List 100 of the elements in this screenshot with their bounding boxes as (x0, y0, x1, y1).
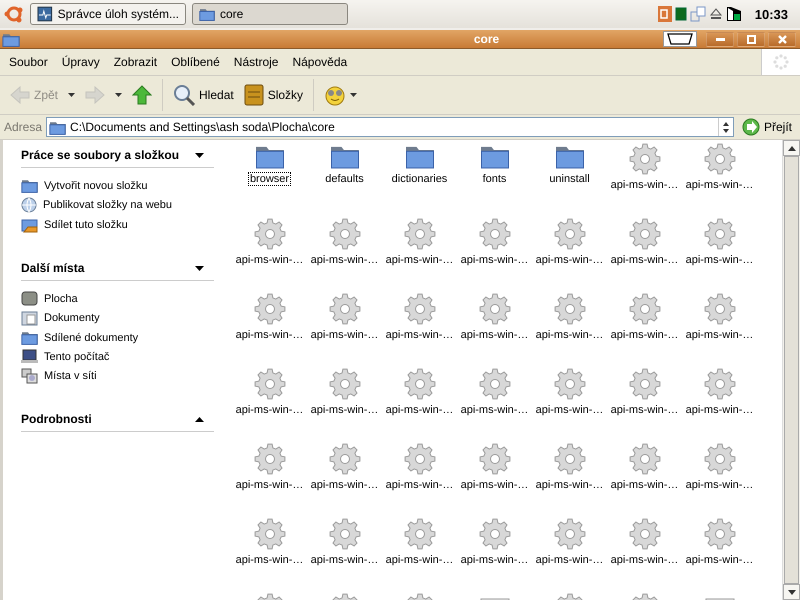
go-button[interactable]: Přejít (738, 118, 800, 136)
close-icon (776, 34, 788, 44)
eject-icon (708, 7, 723, 21)
file-name[interactable]: api-ms-win-… (608, 178, 680, 192)
globe-icon (21, 197, 37, 213)
file-name[interactable]: api-ms-win-… (308, 328, 380, 342)
file-name[interactable]: api-ms-win-… (534, 478, 606, 492)
gear-icon (704, 518, 736, 550)
file-name[interactable]: api-ms-win-… (684, 328, 756, 342)
scroll-up-button[interactable] (783, 140, 800, 156)
gear-icon (704, 368, 736, 400)
file-name[interactable]: api-ms-win-… (384, 403, 456, 417)
section-title[interactable]: Další místa (21, 261, 84, 275)
folder-icon (21, 178, 38, 193)
back-arrow-icon (10, 85, 30, 105)
file-name[interactable]: api-ms-win-… (458, 478, 530, 492)
expand-arrow-icon[interactable] (195, 416, 204, 422)
sidebar-link[interactable]: Sdílet tuto složku (44, 219, 128, 231)
file-name[interactable]: api-ms-win-… (608, 253, 680, 267)
file-name[interactable]: api-ms-win-… (458, 553, 530, 567)
file-name[interactable]: api-ms-win-… (684, 553, 756, 567)
taskbar-button[interactable]: Správce úloh systém... (30, 3, 186, 25)
maximize-button[interactable] (737, 32, 765, 46)
file-name[interactable]: api-ms-win-… (234, 553, 306, 567)
sidebar-link[interactable]: Plocha (44, 292, 78, 304)
screen-icon (667, 33, 693, 45)
file-name[interactable]: api-ms-win-… (234, 328, 306, 342)
caret-icon[interactable] (68, 93, 76, 97)
sidebar-link[interactable]: Tento počítač (44, 350, 110, 362)
file-name[interactable]: fonts (480, 172, 508, 186)
file-name[interactable]: api-ms-win-… (608, 478, 680, 492)
file-name[interactable]: api-ms-win-… (684, 253, 756, 267)
address-field[interactable]: C:\Documents and Settings\ash soda\Plocha\core (46, 117, 734, 137)
updown-icon (722, 122, 729, 132)
documents-folder-icon (21, 310, 38, 326)
menu-item[interactable]: Zobrazit (106, 55, 164, 69)
file-name[interactable]: api-ms-win-… (534, 328, 606, 342)
file-name[interactable]: api-ms-win-… (534, 253, 606, 267)
address-label: Adresa (4, 120, 42, 134)
file-name[interactable]: api-ms-win-… (308, 553, 380, 567)
menu-item[interactable]: Úpravy (54, 55, 107, 69)
menu-item[interactable]: Soubor (2, 55, 55, 69)
collapse-arrow-icon[interactable] (195, 152, 204, 158)
minimize-button[interactable] (706, 32, 734, 46)
ubuntu-logo-icon (4, 4, 24, 24)
sidebar-link[interactable]: Místa v síti (44, 370, 97, 382)
file-name[interactable]: defaults (323, 172, 366, 186)
file-name[interactable]: api-ms-win-… (234, 478, 306, 492)
file-name[interactable]: api-ms-win-… (534, 553, 606, 567)
file-name[interactable]: api-ms-win-… (684, 403, 756, 417)
file-name[interactable]: api-ms-win-… (608, 403, 680, 417)
caret-icon[interactable] (350, 93, 358, 97)
file-name[interactable]: api-ms-win-… (384, 478, 456, 492)
file-name[interactable]: api-ms-win-… (608, 553, 680, 567)
file-name[interactable]: api-ms-win-… (534, 403, 606, 417)
file-name[interactable]: api-ms-win-… (458, 253, 530, 267)
file-name[interactable]: api-ms-win-… (308, 403, 380, 417)
gear-icon (404, 518, 436, 550)
file-name[interactable]: api-ms-win-… (234, 403, 306, 417)
taskbar-button[interactable]: core (192, 3, 348, 25)
section-title[interactable]: Práce se soubory a složkou (21, 148, 180, 162)
file-name[interactable]: api-ms-win-… (684, 178, 756, 192)
close-button[interactable] (768, 32, 796, 46)
gear-icon (554, 293, 586, 325)
collapse-arrow-icon[interactable] (195, 266, 204, 270)
gear-icon (704, 293, 736, 325)
file-name[interactable]: api-ms-win-… (458, 403, 530, 417)
file-name[interactable]: api-ms-win-… (608, 328, 680, 342)
file-name[interactable]: browser (248, 172, 292, 186)
up-arrow-icon (132, 85, 152, 105)
maximize-icon (746, 34, 756, 44)
caret-icon[interactable] (115, 93, 122, 97)
gear-icon (704, 143, 736, 175)
file-name[interactable]: api-ms-win-… (384, 253, 456, 267)
sidebar-link[interactable]: Sdílené dokumenty (44, 332, 138, 344)
sidebar-link[interactable]: Publikovat složky na webu (43, 199, 172, 211)
clock: 10:33 (754, 6, 788, 22)
sidebar-link[interactable]: Vytvořit novou složku (44, 180, 148, 192)
file-name[interactable]: uninstall (547, 172, 592, 186)
file-name[interactable]: api-ms-win-… (684, 478, 756, 492)
file-name[interactable]: api-ms-win-… (384, 328, 456, 342)
file-name[interactable]: api-ms-win-… (458, 328, 530, 342)
menu-item[interactable]: Nápověda (285, 55, 354, 69)
sidebar-link[interactable]: Dokumenty (44, 312, 100, 324)
search-button[interactable]: Hledat (169, 82, 238, 108)
file-name[interactable]: api-ms-win-… (234, 253, 306, 267)
folders-button[interactable]: Složky (240, 82, 308, 108)
gear-icon (554, 518, 586, 550)
menu-item[interactable]: Oblíbené (164, 55, 227, 69)
file-name[interactable]: api-ms-win-… (384, 553, 456, 567)
section-title[interactable]: Podrobnosti (21, 412, 92, 426)
gear-icon (328, 218, 360, 250)
file-name[interactable]: api-ms-win-… (308, 253, 380, 267)
gear-icon (628, 443, 660, 475)
scroll-down-button[interactable] (783, 584, 800, 600)
menu-item[interactable]: Nástroje (226, 55, 286, 69)
screen-button[interactable] (663, 31, 697, 47)
file-name[interactable]: dictionaries (390, 172, 450, 186)
scrollbar[interactable] (782, 140, 800, 600)
file-name[interactable]: api-ms-win-… (308, 478, 380, 492)
